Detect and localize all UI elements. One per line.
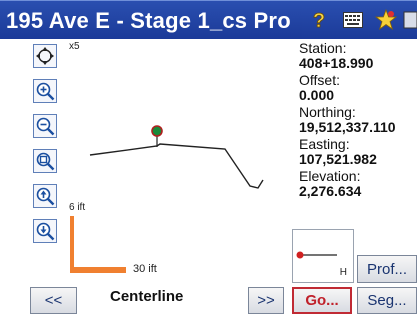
horizontal-scale-label: 30 ift (133, 263, 157, 275)
centerline-label: Centerline (110, 288, 184, 305)
elevation-label: Elevation: (299, 168, 361, 184)
station-value: 408+18.990 (299, 55, 374, 71)
segment-button[interactable]: Seg... (357, 287, 417, 314)
northing-value: 19,512,337.110 (299, 119, 396, 135)
elevation-value: 2,276.634 (299, 183, 362, 199)
offset-label: Offset: (299, 72, 340, 88)
station-label: Station: (299, 40, 347, 56)
offset-value: 0.000 (299, 87, 335, 103)
next-button[interactable]: >> (248, 287, 284, 314)
previous-button[interactable]: << (30, 287, 77, 314)
northing-label: Northing: (299, 104, 356, 120)
easting-value: 107,521.982 (299, 151, 377, 167)
horizontal-scale-bar (70, 267, 126, 273)
vertical-scale-label: 6 ift (69, 202, 86, 213)
horizontal-view-icon[interactable]: H (292, 229, 354, 283)
target-point (151, 125, 163, 137)
position-info-panel: Station: 408+18.990 Offset: 0.000 Northi… (299, 41, 417, 201)
horizontal-view-label: H (339, 267, 347, 278)
vertical-scale-bar (70, 216, 74, 273)
cross-section-line (89, 143, 264, 189)
go-button[interactable]: Go... (292, 287, 352, 314)
easting-label: Easting: (299, 136, 350, 152)
profile-button[interactable]: Prof... (357, 255, 417, 283)
